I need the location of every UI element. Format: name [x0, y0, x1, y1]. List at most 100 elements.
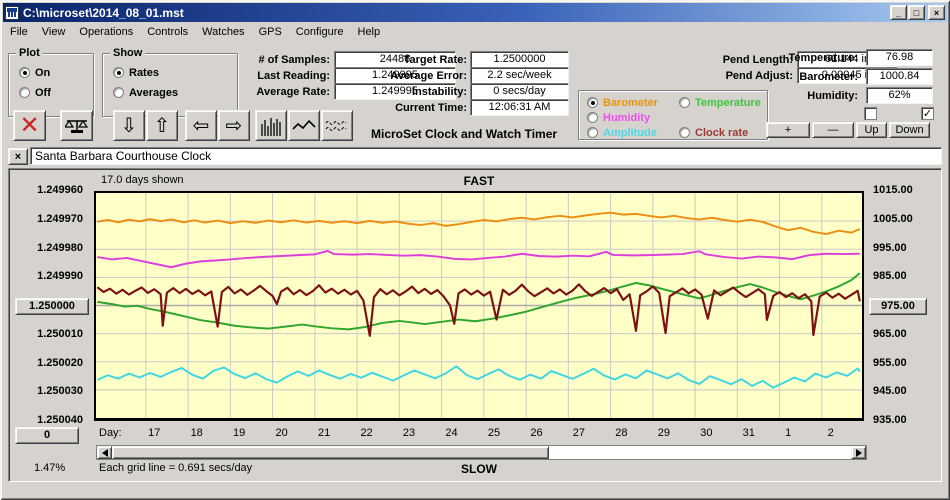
temperature-value: 76.98 — [866, 49, 933, 66]
right-axis-center-button[interactable]: 975.00 — [869, 298, 927, 315]
scroll-down-button[interactable]: ⇩ — [113, 110, 145, 141]
plot-off-radio[interactable]: Off — [19, 87, 51, 99]
zero-button[interactable]: 0 — [15, 427, 79, 444]
menu-bar: File View Operations Controls Watches GP… — [3, 22, 947, 42]
temperature-label: Temperature: — [788, 52, 858, 64]
left-arrow-icon: ⇦ — [192, 115, 210, 137]
show-rates-radio[interactable]: Rates — [113, 67, 159, 79]
y-right-tick: 955.00 — [873, 356, 907, 369]
y-left-tick: 1.250020 — [37, 356, 83, 369]
histogram-icon — [261, 117, 281, 136]
humidity-value: 62% — [866, 87, 933, 104]
current-time-value: 12:06:31 AM — [470, 99, 569, 116]
radio-icon[interactable] — [587, 127, 598, 138]
y-right-tick: 1005.00 — [873, 212, 913, 225]
plot-on-radio[interactable]: On — [19, 67, 50, 79]
show-group-label: Show — [110, 47, 146, 59]
scroll-right-button[interactable]: ⇨ — [218, 110, 250, 141]
minimize-button[interactable]: _ — [890, 5, 907, 20]
menu-gps[interactable]: GPS — [252, 24, 289, 40]
average-error-value: 2.2 sec/week — [470, 67, 569, 84]
target-rate-value: 1.2500000 — [470, 51, 569, 68]
radio-icon[interactable] — [113, 87, 124, 98]
last-reading-label: Last Reading: — [257, 70, 330, 82]
radio-icon[interactable] — [587, 112, 598, 123]
delete-button[interactable]: ✕ — [13, 110, 46, 141]
day-tick: 21 — [317, 427, 331, 439]
humidity-label: Humidity: — [807, 90, 858, 102]
maximize-button[interactable]: □ — [908, 5, 925, 20]
plot-group-label: Plot — [16, 47, 43, 59]
up-arrow-icon: ⇧ — [153, 115, 171, 137]
day-axis-label: Day: — [99, 427, 122, 439]
minus-button[interactable]: — — [812, 122, 854, 138]
y-left-tick: 1.250040 — [37, 414, 83, 426]
line-view-button[interactable] — [288, 110, 320, 141]
radio-icon[interactable] — [679, 97, 690, 108]
scrollbar-thumb[interactable] — [112, 446, 549, 459]
day-tick: 28 — [615, 427, 628, 439]
y-right-tick: 995.00 — [873, 241, 907, 254]
barometer-value: 1000.84 — [866, 68, 933, 85]
day-tick: 20 — [275, 427, 288, 439]
barometer-label: Barometer: — [799, 71, 858, 83]
balance-button[interactable] — [60, 110, 93, 141]
plot-area[interactable] — [94, 191, 864, 421]
series-barometer-radio[interactable]: Barometer — [587, 97, 658, 109]
y-right-tick: 965.00 — [873, 327, 907, 340]
balance-scale-icon — [64, 119, 88, 133]
y-right-tick: 945.00 — [873, 385, 907, 398]
day-tick: 2 — [827, 427, 834, 439]
wavy-lines-icon — [325, 120, 347, 131]
y-left-tick: 1.249970 — [37, 212, 83, 225]
clear-name-button[interactable]: × — [8, 148, 28, 165]
menu-controls[interactable]: Controls — [140, 24, 195, 40]
up-button[interactable]: Up — [856, 122, 887, 138]
y-right-tick: 1015.00 — [873, 184, 913, 196]
menu-help[interactable]: Help — [351, 24, 388, 40]
show-averages-radio[interactable]: Averages — [113, 87, 178, 99]
option-checkbox-checked[interactable]: ✓ — [921, 107, 934, 120]
average-rate-label: Average Rate: — [256, 86, 330, 98]
multi-line-view-button[interactable] — [321, 110, 353, 141]
chart-hscrollbar[interactable] — [96, 445, 867, 460]
day-tick: 29 — [657, 427, 670, 439]
plus-button[interactable]: + — [766, 122, 810, 138]
scrollbar-left-arrow[interactable] — [97, 446, 112, 459]
histogram-view-button[interactable] — [255, 110, 287, 141]
menu-watches[interactable]: Watches — [195, 24, 251, 40]
radio-icon[interactable] — [679, 127, 690, 138]
day-tick: 22 — [360, 427, 373, 439]
menu-file[interactable]: File — [3, 24, 35, 40]
scroll-left-button[interactable]: ⇦ — [185, 110, 217, 141]
day-tick: 18 — [190, 427, 203, 439]
series-humidity-radio[interactable]: Humidity — [587, 112, 650, 124]
option-checkbox-unchecked[interactable] — [864, 107, 877, 120]
day-tick: 31 — [742, 427, 755, 439]
day-tick: 26 — [530, 427, 543, 439]
down-button[interactable]: Down — [889, 122, 930, 138]
instability-value: 0 secs/day — [470, 83, 569, 100]
menu-view[interactable]: View — [35, 24, 73, 40]
clock-name-input[interactable]: Santa Barbara Courthouse Clock — [30, 147, 942, 165]
title-bar[interactable]: C:\microset\2014_08_01.mst _ □ × — [3, 3, 947, 22]
series-amplitude-radio[interactable]: Amplitude — [587, 127, 657, 139]
series-clock-rate-radio[interactable]: Clock rate — [679, 127, 748, 139]
radio-icon[interactable] — [19, 67, 30, 78]
red-x-icon: ✕ — [19, 111, 40, 139]
left-axis-center-button[interactable]: 1.250000 — [15, 298, 89, 315]
average-error-label: Average Error: — [390, 70, 467, 82]
radio-icon[interactable] — [587, 97, 598, 108]
scrollbar-right-arrow[interactable] — [851, 446, 866, 459]
target-rate-label: Target Rate: — [403, 54, 467, 66]
menu-operations[interactable]: Operations — [72, 24, 140, 40]
close-button[interactable]: × — [928, 5, 945, 20]
scale-percent: 1.47% — [34, 462, 66, 474]
y-left-tick: 1.250030 — [37, 385, 83, 398]
radio-icon[interactable] — [19, 87, 30, 98]
day-tick: 23 — [402, 427, 416, 439]
menu-configure[interactable]: Configure — [289, 24, 351, 40]
chart-panel: 17.0 days shown FAST 1.249960 1.249970 1… — [8, 168, 942, 482]
scroll-up-button[interactable]: ⇧ — [146, 110, 178, 141]
radio-icon[interactable] — [113, 67, 124, 78]
